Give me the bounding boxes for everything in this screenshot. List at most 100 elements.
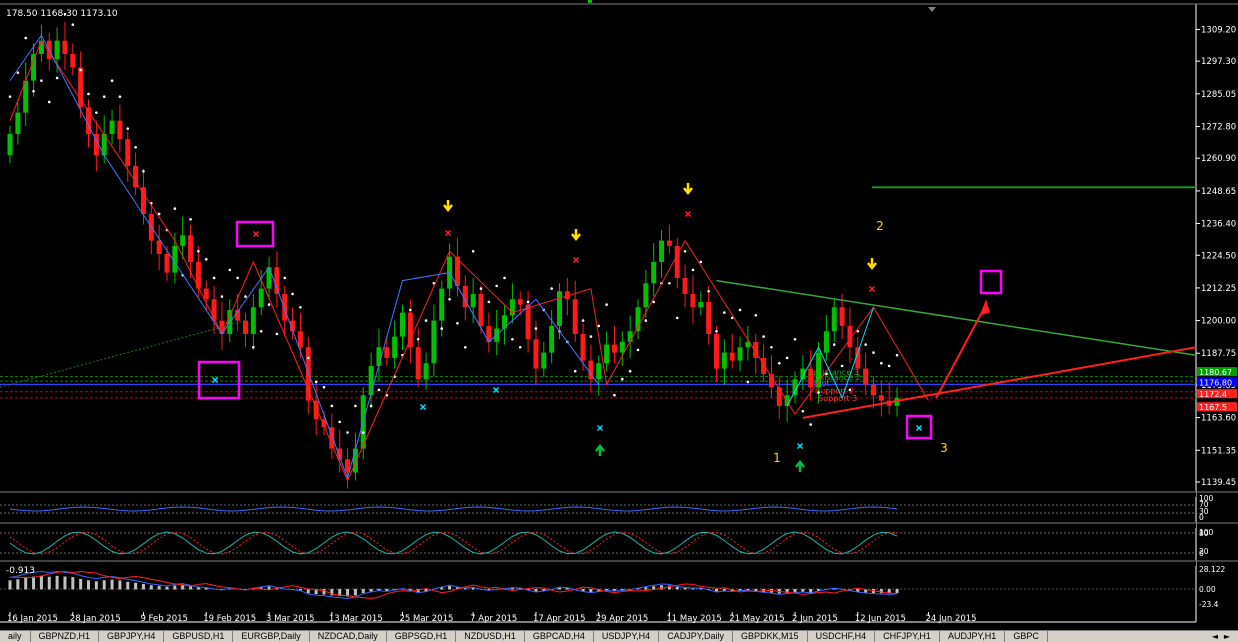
psar-dot: [456, 321, 459, 325]
candle: [250, 307, 256, 334]
symbol-tab-0[interactable]: aily: [0, 631, 31, 642]
psar-dot: [628, 369, 632, 373]
symbol-tab-3[interactable]: GBPUSD,H1: [164, 631, 234, 642]
date-label-2: 9 Feb 2015: [140, 614, 188, 624]
cross-marker-cyan-3: [596, 424, 604, 432]
macd-bar: [793, 589, 797, 593]
candle: [243, 320, 248, 334]
stoch-tick-3: 0: [1199, 549, 1204, 558]
candle: [156, 240, 162, 254]
price-chart[interactable]: 1309.20 1297.30 1285.05 1272.80 1260.90 1248.…: [0, 0, 1238, 630]
symbol-tab-13[interactable]: CHFJPY,H1: [875, 631, 940, 642]
chart-window: 178.50 1168.30 1173.10 1309.20 1297.30 128…: [0, 0, 1238, 641]
candle: [666, 240, 672, 246]
date-label-6: 25 Mar 2015: [400, 614, 454, 624]
psar-dot: [173, 207, 177, 210]
symbol-tab-4[interactable]: EURGBP,Daily: [233, 631, 310, 642]
candle: [596, 363, 602, 380]
psar-dot: [526, 300, 530, 304]
candle: [352, 448, 358, 473]
symbol-tab-9[interactable]: USDJPY,H4: [594, 631, 660, 642]
psar-dot: [346, 431, 349, 434]
symbol-tab-15[interactable]: GBPC: [1005, 631, 1048, 642]
psar-dot: [118, 95, 122, 98]
psar-dot: [754, 313, 758, 317]
psar-dot: [621, 377, 624, 381]
psar-dot: [675, 316, 679, 320]
price-tick-label-9: 1200.00: [1201, 317, 1236, 327]
candle: [572, 299, 578, 334]
psar-dot: [738, 308, 742, 312]
psar-dot: [212, 276, 216, 280]
date-label-8: 17 Apr 2015: [533, 614, 586, 624]
candle: [227, 309, 233, 334]
symbol-tab-14[interactable]: AUDJPY,H1: [940, 631, 1006, 642]
psar-dot: [32, 90, 35, 93]
price-tick-label-6: 1236.40: [1201, 220, 1236, 230]
candle: [376, 347, 382, 366]
psar-dot: [259, 329, 263, 333]
psar-dot: [872, 351, 875, 354]
cross-marker-red-2: [572, 256, 580, 264]
down-arrow-icon-1: [571, 229, 581, 242]
candle: [407, 312, 413, 348]
date-label-13: 12 Jun 2015: [855, 614, 906, 624]
psar-dot: [864, 343, 867, 346]
psar-dot: [16, 71, 20, 74]
symbol-tab-2[interactable]: GBPJPY,H4: [99, 631, 165, 642]
symbol-tab-5[interactable]: NZDCAD,Daily: [310, 631, 387, 642]
down-arrow-icon-3: [867, 258, 877, 271]
candle: [533, 339, 539, 369]
psar-dot: [252, 345, 255, 349]
symbol-tab-12[interactable]: USDCHF,H4: [808, 631, 876, 642]
macd-bar: [895, 589, 899, 594]
psar-dot: [573, 369, 577, 373]
candle: [31, 53, 37, 81]
date-label-11: 21 May 2015: [729, 614, 784, 624]
rsi-tick-3: 0: [1199, 513, 1204, 522]
symbol-tab-10[interactable]: CADJPY,Daily: [659, 631, 734, 642]
symbol-tab-8[interactable]: GBPCAD,H4: [525, 631, 594, 642]
price-tag-label-0: 1180.67: [1199, 368, 1232, 377]
symbol-tab-7[interactable]: NZDUSD,H1: [456, 631, 525, 642]
tab-scroll-left-icon[interactable]: ◄: [1210, 631, 1220, 642]
candle: [470, 293, 476, 308]
annotation-1: 1: [773, 451, 781, 465]
candle: [415, 347, 421, 380]
psar-dot: [338, 420, 342, 424]
macd-bar: [102, 580, 106, 590]
psar-dot: [236, 276, 239, 280]
candle: [808, 368, 814, 388]
symbol-tab-1[interactable]: GBPNZD,H1: [31, 631, 100, 642]
candle: [863, 368, 869, 385]
annotation-3: 3: [940, 441, 948, 455]
highlight-box-1: [197, 360, 241, 400]
tab-scroll-right-icon[interactable]: ►: [1222, 631, 1232, 642]
symbol-tab-11[interactable]: GBPDKK,M15: [733, 631, 808, 642]
psar-dot: [275, 332, 279, 336]
candle: [180, 235, 186, 246]
macd-bar: [267, 586, 271, 590]
psar-dot: [47, 100, 51, 104]
dashed-trend-line: [0, 320, 246, 388]
candle: [580, 333, 586, 361]
up-arrow-icon-0: [595, 443, 605, 456]
price-tick-label-2: 1285.05: [1201, 90, 1236, 100]
candle: [431, 320, 437, 364]
candle: [188, 235, 194, 262]
macd-bar: [55, 575, 59, 590]
psar-dot: [95, 111, 98, 114]
macd-bar: [141, 584, 145, 590]
stoch-main-line: [9, 531, 898, 555]
macd-bar: [589, 589, 593, 593]
psar-dot: [228, 268, 232, 272]
psar-dot: [189, 217, 192, 221]
symbol-tab-6[interactable]: GBPSGD,H1: [387, 631, 457, 642]
date-label-14: 24 Jun 2015: [925, 614, 976, 624]
psar-dot: [644, 319, 648, 322]
macd-bar: [71, 577, 75, 590]
candle: [392, 336, 398, 358]
zigzag-blue: [9, 34, 600, 480]
candle: [423, 363, 429, 380]
psar-dot: [550, 287, 553, 290]
